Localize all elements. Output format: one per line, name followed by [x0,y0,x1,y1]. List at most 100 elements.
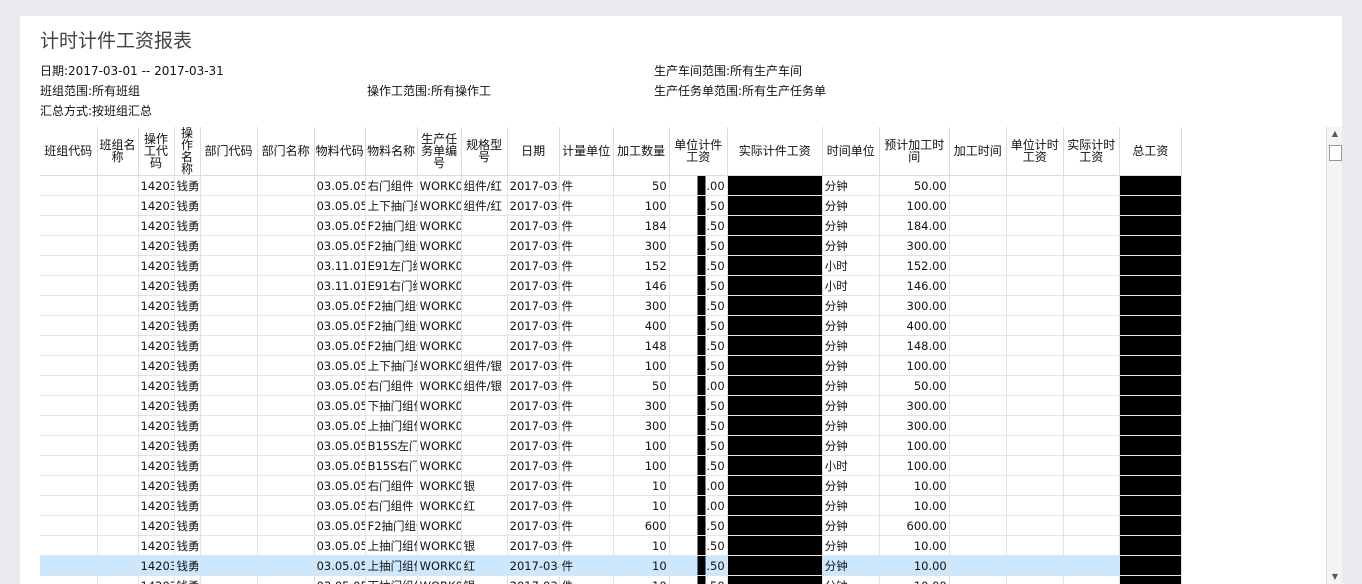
table-row[interactable]: 14203钱勇03.05.05.F2抽门组件WORK0722017-03-件30… [40,295,1183,316]
table-cell: 50.00 [879,375,950,396]
table-cell: 03.05.05. [314,395,366,416]
column-header[interactable]: 物料代码 [314,127,366,176]
table-cell: F2抽门组件 [365,315,418,336]
column-header[interactable]: 计量单位 [559,127,614,176]
table-cell: WORK071 [417,195,462,216]
table-row[interactable]: 14203钱勇03.05.05.右门组件WORK073红2017-03-件10.… [40,495,1183,516]
table-cell: 分钟 [822,195,880,216]
table-row[interactable]: 14203钱勇 03.05.05.右门组件WORK071组件/银2017-03-件… [40,375,1183,396]
table-cell [1119,515,1183,536]
column-header[interactable]: 加工数量 [613,127,670,176]
table-cell [1006,295,1064,316]
table-row[interactable]: 14203钱勇03.05.05.F2抽门组件WORK0712017-03-件18… [40,215,1183,236]
column-header[interactable]: 规格型号 [461,127,508,176]
table-cell [257,495,315,516]
table-cell [257,355,315,376]
table-cell [1119,315,1183,336]
table-cell [727,475,823,496]
table-cell [1063,395,1120,416]
column-header[interactable]: 单位计时工资 [1006,127,1064,176]
report-grid[interactable]: 班组代码 班组名称 操作工代码 操作名称 部门代码 部门名称 物料代码 物料名称 生产任务单编号… [40,127,1326,584]
table-row[interactable]: 14203钱勇03.05.05.F2抽门组件WORK0722017-03-件30… [40,235,1183,256]
table-cell: 钱勇 [174,535,201,556]
table-cell [1006,275,1064,296]
table-row[interactable]: 14203钱勇 03.05.05.上下抽门组WORK071组件/红2017-03-… [40,195,1183,216]
table-cell: 钱勇 [174,395,201,416]
table-cell [257,395,315,416]
table-cell [200,315,258,336]
column-header[interactable]: 总工资 [1119,127,1183,176]
table-cell [1119,555,1183,576]
table-cell [1119,235,1183,256]
table-cell [1006,495,1064,516]
table-cell [257,315,315,336]
table-cell [949,255,1007,276]
column-header[interactable]: 实际计件工资 [727,127,823,176]
triangle-down-icon[interactable]: ▼ [1327,570,1342,584]
table-cell [1006,535,1064,556]
table-cell: 2017-03- [507,475,560,496]
table-row[interactable]: 14203钱勇03.05.05.上抽门组件WORK0712017-03-件300… [40,415,1183,436]
column-header[interactable]: 部门代码 [200,127,258,176]
report-title: 计时计件工资报表 [40,30,193,52]
table-cell [97,215,139,236]
column-header[interactable]: 加工时间 [949,127,1007,176]
table-cell: 2017-03- [507,395,560,416]
table-cell: 10 [613,555,670,576]
table-cell [1006,415,1064,436]
table-cell [40,295,98,316]
workshop-value: 所有生产车间 [730,64,803,78]
table-row[interactable]: 14203钱勇 03.05.05.右门组件WORK071组件/红2017-03-件… [40,175,1183,196]
table-cell [257,175,315,196]
table-row[interactable]: 14203钱勇03.05.05.右门组件WORK073银2017-03-件10.… [40,475,1183,496]
table-cell: WORK073 [417,515,462,536]
table-cell [1063,575,1120,584]
table-cell: .00 [669,375,728,396]
column-header[interactable]: 班组名称 [97,127,139,176]
table-cell [1006,195,1064,216]
vertical-scrollbar[interactable]: ▲ ▼ [1326,127,1342,584]
table-cell [727,395,823,416]
table-cell [949,435,1007,456]
table-cell: .50 [669,555,728,576]
table-cell: WORK071 [417,355,462,376]
table-cell: 50 [613,175,670,196]
column-header[interactable]: 操作工代码 [138,127,175,176]
table-cell: .50 [669,275,728,296]
table-cell: 14203 [138,455,175,476]
table-cell: 300.00 [879,395,950,416]
table-cell [727,515,823,536]
scrollbar-thumb[interactable] [1329,145,1342,161]
table-row[interactable]: 14203钱勇03.05.05.B15S左门组WORK0712017-03-件1… [40,435,1183,456]
table-cell [1119,215,1183,236]
table-cell: 10.00 [879,535,950,556]
column-header[interactable]: 班组代码 [40,127,98,176]
table-cell: 右门组件 [365,175,418,196]
triangle-up-icon[interactable]: ▲ [1327,127,1342,141]
table-cell: 03.05.05. [314,195,366,216]
column-header[interactable]: 操作名称 [174,127,201,176]
column-header[interactable]: 生产任务单编号 [417,127,462,176]
table-row[interactable]: 14203钱勇03.05.05.F2抽门组件WORK0722017-03-件40… [40,315,1183,336]
table-row[interactable]: 14203钱勇03.11.01.E91左门组WORK0712017-03-件15… [40,255,1183,276]
table-row[interactable]: 14203钱勇03.11.01.E91右门组WORK0712017-03-件14… [40,275,1183,296]
table-row[interactable]: 14203钱勇03.05.05.上抽门组件WORK073银2017-03-件10… [40,535,1183,556]
column-header[interactable]: 实际计时工资 [1063,127,1120,176]
table-cell: 件 [559,575,614,584]
column-header[interactable]: 单位计件工资 [669,127,728,176]
column-header[interactable]: 日期 [507,127,560,176]
table-row[interactable]: 14203钱勇03.05.05.下抽门组件WORK073银2017-03-件10… [40,575,1183,584]
table-row[interactable]: 14203钱勇03.05.05.上抽门组件WORK073红2017-03-件10… [40,555,1183,576]
table-row[interactable]: 14203钱勇03.05.05.F2抽门组件WORK0722017-03-件14… [40,335,1183,356]
table-row[interactable]: 14203钱勇 03.05.05.上下抽门组WORK071组件/银2017-03-… [40,355,1183,376]
table-row[interactable]: 14203钱勇03.05.05.B15S右门组WORK0712017-03-件1… [40,455,1183,476]
column-header[interactable]: 部门名称 [257,127,315,176]
table-cell [257,275,315,296]
table-cell: 件 [559,315,614,336]
table-row[interactable]: 14203钱勇03.05.05.F2抽门组件WORK0732017-03-件60… [40,515,1183,536]
column-header[interactable]: 预计加工时间 [879,127,950,176]
table-row[interactable]: 14203钱勇03.05.05.下抽门组件WORK0712017-03-件300… [40,395,1183,416]
column-header[interactable]: 时间单位 [822,127,880,176]
table-cell: 14203 [138,315,175,336]
column-header[interactable]: 物料名称 [365,127,418,176]
